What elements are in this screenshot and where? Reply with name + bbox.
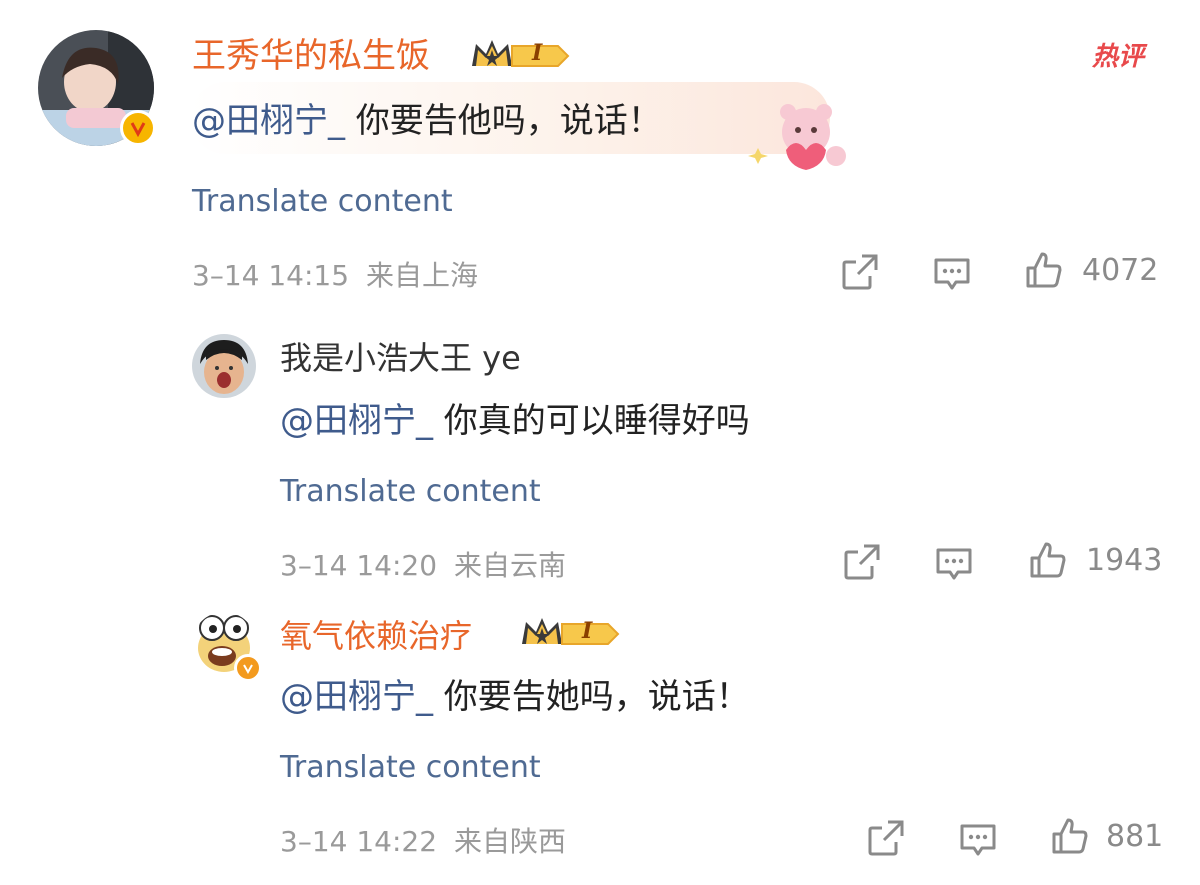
- vip-level: I: [582, 618, 593, 644]
- share-button[interactable]: [842, 542, 882, 586]
- like-button[interactable]: 881: [1050, 816, 1163, 856]
- comment-body: 你要告她吗，说话！: [433, 677, 750, 717]
- bear-sticker-icon: [746, 100, 850, 172]
- share-icon: [842, 254, 878, 290]
- like-button[interactable]: 1943: [1028, 540, 1162, 580]
- avatar[interactable]: [192, 334, 256, 398]
- share-button[interactable]: [866, 818, 906, 862]
- hot-comment-tag: 热评: [1092, 42, 1145, 72]
- like-button[interactable]: 4072: [1024, 250, 1158, 290]
- comment-button[interactable]: [932, 254, 972, 298]
- share-button[interactable]: [840, 252, 880, 296]
- like-count: 4072: [1082, 252, 1159, 288]
- timestamp: 3–14 14:22: [280, 825, 438, 858]
- timestamp: 3–14 14:15: [192, 259, 350, 292]
- comment-author[interactable]: 我是小浩大王 ye: [280, 338, 521, 378]
- translate-link[interactable]: Translate content: [280, 474, 541, 509]
- comment-icon: [934, 258, 970, 290]
- comment-button[interactable]: [958, 820, 998, 864]
- timestamp: 3–14 14:20: [280, 549, 438, 582]
- comment-text: @田栩宁_ 你要告她吗，说话！: [280, 676, 750, 718]
- vip-badge[interactable]: I: [468, 36, 572, 74]
- like-icon: [1030, 542, 1066, 578]
- location: 来自上海: [365, 259, 478, 292]
- translate-link[interactable]: Translate content: [280, 750, 541, 785]
- comment-button[interactable]: [934, 544, 974, 588]
- crown-icon: [472, 40, 570, 67]
- mention-link[interactable]: @田栩宁_: [280, 677, 433, 717]
- comment-text: @田栩宁_ 你要告他吗，说话！: [192, 100, 662, 142]
- comment-icon: [936, 548, 972, 580]
- location: 来自陕西: [453, 825, 566, 858]
- comment-meta: 3–14 14:20 来自云南: [280, 544, 566, 584]
- comment-author[interactable]: 王秀华的私生饭: [192, 36, 430, 76]
- vip-level: I: [532, 40, 543, 66]
- vip-badge[interactable]: I: [518, 614, 622, 652]
- like-count: 1943: [1086, 542, 1163, 578]
- translate-link[interactable]: Translate content: [192, 184, 453, 219]
- comment-icon: [960, 824, 996, 856]
- like-icon: [1026, 252, 1062, 288]
- verified-badge-icon: [234, 654, 262, 682]
- comment-author[interactable]: 氧气依赖治疗: [280, 616, 472, 656]
- like-icon: [1052, 818, 1088, 854]
- comment-body: 你要告他吗，说话！: [345, 101, 662, 141]
- like-count: 881: [1106, 818, 1164, 854]
- location: 来自云南: [453, 549, 566, 582]
- mention-link[interactable]: @田栩宁_: [280, 401, 433, 441]
- crown-icon: [522, 618, 620, 645]
- share-icon: [844, 544, 880, 580]
- comment-body: 你真的可以睡得好吗: [433, 401, 750, 441]
- comment-meta: 3–14 14:22 来自陕西: [280, 820, 566, 860]
- comment-meta: 3–14 14:15 来自上海: [192, 254, 478, 294]
- comment-text: @田栩宁_ 你真的可以睡得好吗: [280, 400, 750, 442]
- mention-link[interactable]: @田栩宁_: [192, 101, 345, 141]
- share-icon: [868, 820, 904, 856]
- verified-badge-icon: [120, 110, 156, 146]
